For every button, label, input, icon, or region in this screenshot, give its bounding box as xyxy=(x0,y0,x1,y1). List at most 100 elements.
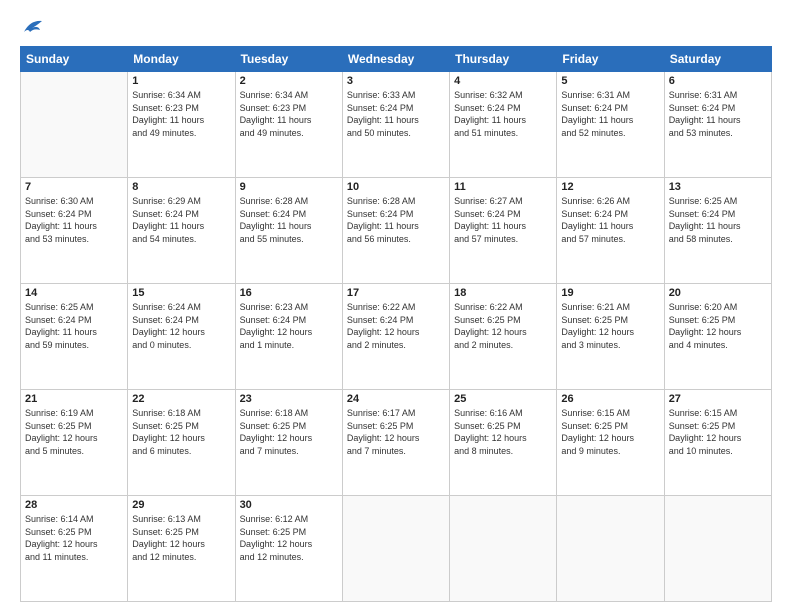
day-info: Sunrise: 6:24 AMSunset: 6:24 PMDaylight:… xyxy=(132,301,230,351)
calendar-cell xyxy=(21,72,128,178)
day-number: 19 xyxy=(561,287,659,299)
day-number: 10 xyxy=(347,181,445,193)
day-info: Sunrise: 6:23 AMSunset: 6:24 PMDaylight:… xyxy=(240,301,338,351)
day-number: 11 xyxy=(454,181,552,193)
calendar-cell: 3 Sunrise: 6:33 AMSunset: 6:24 PMDaylight… xyxy=(342,72,449,178)
calendar-cell: 5 Sunrise: 6:31 AMSunset: 6:24 PMDaylight… xyxy=(557,72,664,178)
calendar-cell: 10 Sunrise: 6:28 AMSunset: 6:24 PMDayligh… xyxy=(342,178,449,284)
day-number: 18 xyxy=(454,287,552,299)
calendar-cell: 4Sunrise: 6:32 AMSunset: 6:24 PMDaylight… xyxy=(450,72,557,178)
day-number: 22 xyxy=(132,393,230,405)
day-number: 28 xyxy=(25,499,123,511)
day-info: Sunrise: 6:15 AMSunset: 6:25 PMDaylight:… xyxy=(561,407,659,457)
day-number: 8 xyxy=(132,181,230,193)
day-info: Sunrise: 6:25 AMSunset: 6:24 PMDaylight:… xyxy=(669,195,767,245)
day-number: 15 xyxy=(132,287,230,299)
calendar-week-row: 7 Sunrise: 6:30 AMSunset: 6:24 PMDaylight… xyxy=(21,178,772,284)
day-info: Sunrise: 6:26 AMSunset: 6:24 PMDaylight:… xyxy=(561,195,659,245)
calendar-header-row: SundayMondayTuesdayWednesdayThursdayFrid… xyxy=(21,47,772,72)
calendar-week-row: 21 Sunrise: 6:19 AMSunset: 6:25 PMDayligh… xyxy=(21,390,772,496)
day-info: Sunrise: 6:19 AMSunset: 6:25 PMDaylight:… xyxy=(25,407,123,457)
calendar-week-row: 14 Sunrise: 6:25 AMSunset: 6:24 PMDayligh… xyxy=(21,284,772,390)
calendar-week-row: 1 Sunrise: 6:34 AMSunset: 6:23 PMDaylight… xyxy=(21,72,772,178)
day-number: 23 xyxy=(240,393,338,405)
day-info: Sunrise: 6:27 AMSunset: 6:24 PMDaylight:… xyxy=(454,195,552,245)
day-info: Sunrise: 6:30 AMSunset: 6:24 PMDaylight:… xyxy=(25,195,123,245)
day-number: 20 xyxy=(669,287,767,299)
day-number: 13 xyxy=(669,181,767,193)
day-number: 29 xyxy=(132,499,230,511)
calendar-cell: 25 Sunrise: 6:16 AMSunset: 6:25 PMDayligh… xyxy=(450,390,557,496)
day-number: 7 xyxy=(25,181,123,193)
day-info: Sunrise: 6:13 AMSunset: 6:25 PMDaylight:… xyxy=(132,513,230,563)
day-info: Sunrise: 6:17 AMSunset: 6:25 PMDaylight:… xyxy=(347,407,445,457)
calendar-cell xyxy=(557,496,664,602)
calendar-cell: 15 Sunrise: 6:24 AMSunset: 6:24 PMDayligh… xyxy=(128,284,235,390)
weekday-header: Thursday xyxy=(450,47,557,72)
calendar-cell: 28 Sunrise: 6:14 AMSunset: 6:25 PMDayligh… xyxy=(21,496,128,602)
day-info: Sunrise: 6:16 AMSunset: 6:25 PMDaylight:… xyxy=(454,407,552,457)
calendar-cell: 13 Sunrise: 6:25 AMSunset: 6:24 PMDayligh… xyxy=(664,178,771,284)
calendar-cell: 18 Sunrise: 6:22 AMSunset: 6:25 PMDayligh… xyxy=(450,284,557,390)
calendar-cell: 8Sunrise: 6:29 AMSunset: 6:24 PMDaylight… xyxy=(128,178,235,284)
calendar-cell xyxy=(450,496,557,602)
day-info: Sunrise: 6:14 AMSunset: 6:25 PMDaylight:… xyxy=(25,513,123,563)
day-number: 21 xyxy=(25,393,123,405)
day-info: Sunrise: 6:31 AMSunset: 6:24 PMDaylight:… xyxy=(669,89,767,139)
weekday-header: Wednesday xyxy=(342,47,449,72)
day-number: 30 xyxy=(240,499,338,511)
day-number: 12 xyxy=(561,181,659,193)
calendar-cell: 30 Sunrise: 6:12 AMSunset: 6:25 PMDayligh… xyxy=(235,496,342,602)
day-info: Sunrise: 6:31 AMSunset: 6:24 PMDaylight:… xyxy=(561,89,659,139)
calendar-cell: 7 Sunrise: 6:30 AMSunset: 6:24 PMDaylight… xyxy=(21,178,128,284)
day-info: Sunrise: 6:28 AMSunset: 6:24 PMDaylight:… xyxy=(240,195,338,245)
calendar-cell: 11 Sunrise: 6:27 AMSunset: 6:24 PMDayligh… xyxy=(450,178,557,284)
header xyxy=(20,18,772,36)
calendar-cell: 20 Sunrise: 6:20 AMSunset: 6:25 PMDayligh… xyxy=(664,284,771,390)
calendar-cell: 29 Sunrise: 6:13 AMSunset: 6:25 PMDayligh… xyxy=(128,496,235,602)
day-info: Sunrise: 6:25 AMSunset: 6:24 PMDaylight:… xyxy=(25,301,123,351)
day-number: 25 xyxy=(454,393,552,405)
day-info: Sunrise: 6:28 AMSunset: 6:24 PMDaylight:… xyxy=(347,195,445,245)
day-info: Sunrise: 6:18 AMSunset: 6:25 PMDaylight:… xyxy=(132,407,230,457)
weekday-header: Sunday xyxy=(21,47,128,72)
day-number: 26 xyxy=(561,393,659,405)
day-info: Sunrise: 6:32 AMSunset: 6:24 PMDaylight:… xyxy=(454,89,552,139)
day-info: Sunrise: 6:18 AMSunset: 6:25 PMDaylight:… xyxy=(240,407,338,457)
day-info: Sunrise: 6:34 AMSunset: 6:23 PMDaylight:… xyxy=(132,89,230,139)
calendar-cell: 21 Sunrise: 6:19 AMSunset: 6:25 PMDayligh… xyxy=(21,390,128,496)
calendar-cell xyxy=(664,496,771,602)
day-info: Sunrise: 6:12 AMSunset: 6:25 PMDaylight:… xyxy=(240,513,338,563)
weekday-header: Friday xyxy=(557,47,664,72)
day-info: Sunrise: 6:22 AMSunset: 6:24 PMDaylight:… xyxy=(347,301,445,351)
calendar-table: SundayMondayTuesdayWednesdayThursdayFrid… xyxy=(20,46,772,602)
calendar-cell: 24 Sunrise: 6:17 AMSunset: 6:25 PMDayligh… xyxy=(342,390,449,496)
calendar-cell: 14 Sunrise: 6:25 AMSunset: 6:24 PMDayligh… xyxy=(21,284,128,390)
calendar-cell: 22 Sunrise: 6:18 AMSunset: 6:25 PMDayligh… xyxy=(128,390,235,496)
weekday-header: Monday xyxy=(128,47,235,72)
calendar-cell: 1 Sunrise: 6:34 AMSunset: 6:23 PMDaylight… xyxy=(128,72,235,178)
day-info: Sunrise: 6:22 AMSunset: 6:25 PMDaylight:… xyxy=(454,301,552,351)
day-info: Sunrise: 6:20 AMSunset: 6:25 PMDaylight:… xyxy=(669,301,767,351)
day-number: 24 xyxy=(347,393,445,405)
day-number: 5 xyxy=(561,75,659,87)
calendar-cell: 27Sunrise: 6:15 AMSunset: 6:25 PMDayligh… xyxy=(664,390,771,496)
calendar-cell: 19 Sunrise: 6:21 AMSunset: 6:25 PMDayligh… xyxy=(557,284,664,390)
day-number: 17 xyxy=(347,287,445,299)
day-info: Sunrise: 6:33 AMSunset: 6:24 PMDaylight:… xyxy=(347,89,445,139)
calendar-cell: 9 Sunrise: 6:28 AMSunset: 6:24 PMDaylight… xyxy=(235,178,342,284)
day-number: 6 xyxy=(669,75,767,87)
day-number: 3 xyxy=(347,75,445,87)
day-number: 16 xyxy=(240,287,338,299)
calendar-week-row: 28 Sunrise: 6:14 AMSunset: 6:25 PMDayligh… xyxy=(21,496,772,602)
day-number: 1 xyxy=(132,75,230,87)
day-number: 9 xyxy=(240,181,338,193)
day-info: Sunrise: 6:15 AMSunset: 6:25 PMDaylight:… xyxy=(669,407,767,457)
calendar-cell: 23 Sunrise: 6:18 AMSunset: 6:25 PMDayligh… xyxy=(235,390,342,496)
day-number: 14 xyxy=(25,287,123,299)
calendar-cell: 6 Sunrise: 6:31 AMSunset: 6:24 PMDaylight… xyxy=(664,72,771,178)
page: SundayMondayTuesdayWednesdayThursdayFrid… xyxy=(0,0,792,612)
calendar-cell: 26 Sunrise: 6:15 AMSunset: 6:25 PMDayligh… xyxy=(557,390,664,496)
day-info: Sunrise: 6:21 AMSunset: 6:25 PMDaylight:… xyxy=(561,301,659,351)
day-number: 2 xyxy=(240,75,338,87)
